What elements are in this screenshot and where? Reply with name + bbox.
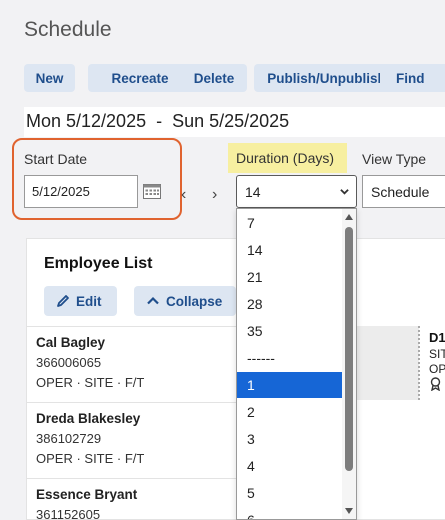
schedule-shaded-cell xyxy=(357,326,419,400)
duration-label: Duration (Days) xyxy=(228,143,347,173)
page-title: Schedule xyxy=(24,18,112,41)
pencil-icon xyxy=(57,295,69,307)
previous-arrow-icon[interactable]: ‹ xyxy=(181,186,186,204)
scrollbar-thumb[interactable] xyxy=(345,227,353,471)
recreate-button[interactable]: Recreate xyxy=(88,64,192,92)
publish-unpublish-button[interactable]: Publish/Unpublish xyxy=(254,64,399,92)
employee-meta: OPER · SITE · F/T xyxy=(36,375,145,390)
duration-option[interactable]: 2 xyxy=(237,399,343,425)
start-date-input[interactable]: 5/12/2025 xyxy=(24,175,138,208)
employee-row[interactable]: Essence Bryant 361152605 xyxy=(26,478,238,520)
duration-option[interactable]: 28 xyxy=(237,291,343,317)
new-button[interactable]: New xyxy=(24,64,75,92)
duration-option[interactable]: 4 xyxy=(237,453,343,479)
next-arrow-icon[interactable]: › xyxy=(212,186,217,204)
duration-option[interactable]: 5 xyxy=(237,480,343,506)
employee-id: 386102729 xyxy=(36,431,102,446)
employee-name: Cal Bagley xyxy=(36,335,106,350)
duration-separator: ------ xyxy=(247,350,275,366)
duration-option[interactable]: 6 xyxy=(237,507,343,519)
view-type-label: View Type xyxy=(362,151,427,167)
start-date-label: Start Date xyxy=(24,151,88,167)
employee-list-title: Employee List xyxy=(44,255,153,272)
award-icon xyxy=(430,377,441,391)
scroll-down-arrow-icon[interactable] xyxy=(345,508,353,514)
view-type-select[interactable]: Schedule xyxy=(362,175,445,208)
employee-id: 366006065 xyxy=(36,355,102,370)
edit-button[interactable]: Edit xyxy=(44,286,117,316)
day-divider xyxy=(418,326,420,400)
date-range: Mon 5/12/2025 - Sun 5/25/2025 xyxy=(24,107,445,137)
dropdown-scrollbar[interactable] xyxy=(342,209,356,519)
employee-id: 361152605 xyxy=(36,507,101,520)
collapse-button-label: Collapse xyxy=(166,293,223,309)
schedule-cell-line2: OP xyxy=(429,362,445,376)
chevron-down-icon xyxy=(340,189,349,195)
employee-name: Essence Bryant xyxy=(36,487,138,502)
duration-option[interactable]: 35 xyxy=(237,318,343,344)
employee-row[interactable]: Cal Bagley 366006065 OPER · SITE · F/T xyxy=(26,326,238,402)
duration-option[interactable]: 21 xyxy=(237,264,343,290)
employee-name: Dreda Blakesley xyxy=(36,411,141,426)
duration-option[interactable]: 3 xyxy=(237,426,343,452)
edit-button-label: Edit xyxy=(76,293,102,309)
schedule-cell-day: D1 xyxy=(429,330,445,345)
duration-option[interactable]: 7 xyxy=(237,210,343,236)
chevron-up-icon xyxy=(147,296,159,305)
employee-row[interactable]: Dreda Blakesley 386102729 OPER · SITE · … xyxy=(26,402,238,478)
duration-select[interactable]: 14 xyxy=(236,175,357,208)
employee-meta: OPER · SITE · F/T xyxy=(36,451,145,466)
collapse-button[interactable]: Collapse xyxy=(134,286,236,316)
scroll-up-arrow-icon[interactable] xyxy=(345,214,353,220)
schedule-cell-line1: SIT xyxy=(429,347,445,361)
calendar-icon[interactable] xyxy=(143,183,161,199)
delete-button[interactable]: Delete xyxy=(181,64,247,92)
duration-option[interactable]: 14 xyxy=(237,237,343,263)
duration-option-selected[interactable]: 1 xyxy=(237,372,343,398)
duration-dropdown-list[interactable]: 7 14 21 28 35 ------ 1 2 3 4 5 6 xyxy=(236,208,357,520)
find-button[interactable]: Find xyxy=(380,64,445,92)
duration-select-value: 14 xyxy=(245,183,261,200)
